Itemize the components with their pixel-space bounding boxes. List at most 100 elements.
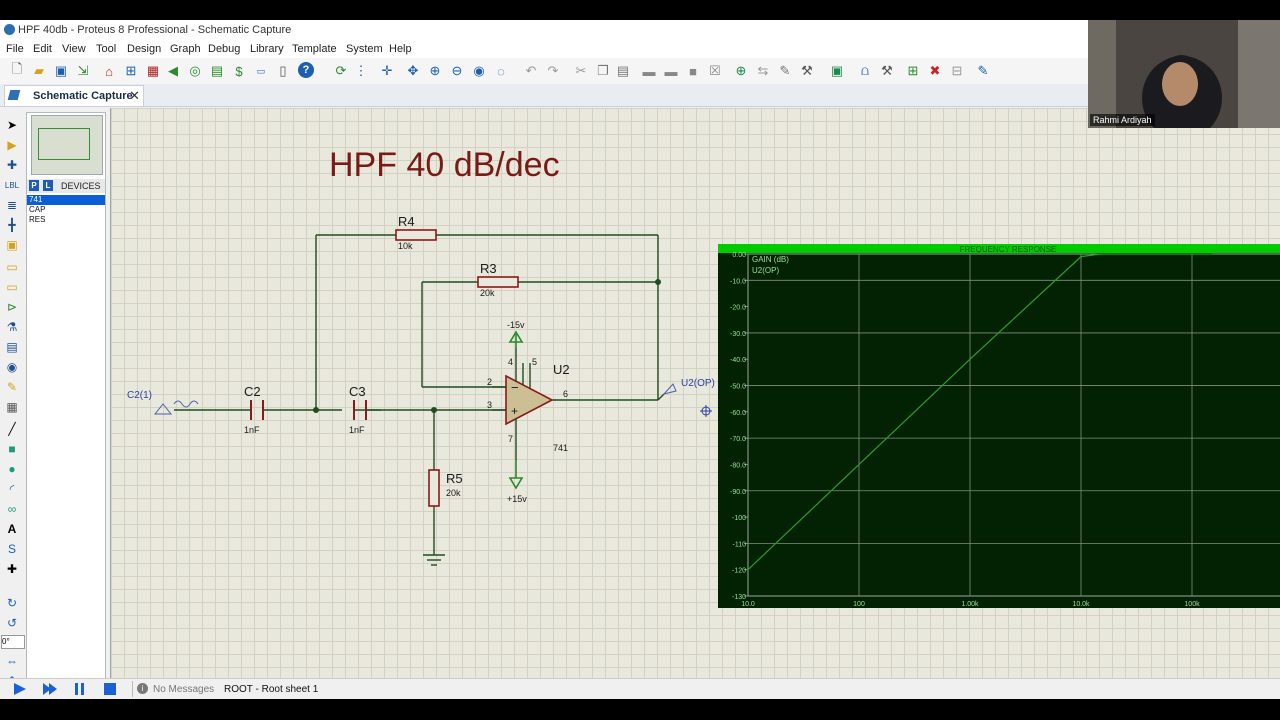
menu-system[interactable]: System <box>346 43 383 55</box>
stop-button[interactable] <box>102 682 118 696</box>
resistor-r5[interactable] <box>428 469 440 507</box>
opamp-u2[interactable]: − + <box>492 348 556 460</box>
decompose-icon[interactable]: ⚒ <box>798 62 816 80</box>
terminals-icon[interactable]: ▭ <box>4 260 20 274</box>
electrical-rule-check-icon[interactable]: ✎ <box>974 62 992 80</box>
source-code-icon[interactable]: ▭ <box>252 62 270 80</box>
rotate-ccw-icon[interactable]: ↺ <box>4 616 20 630</box>
gerber-icon[interactable]: ◎ <box>186 62 204 80</box>
make-device-icon[interactable]: ⇆ <box>754 62 772 80</box>
symbol-tool-icon[interactable]: S <box>4 542 20 556</box>
close-tab-icon[interactable]: ✕ <box>129 88 140 104</box>
paste-icon[interactable]: ▤ <box>614 62 632 80</box>
schematic-icon[interactable]: ⊞ <box>122 62 140 80</box>
resistor-r3[interactable] <box>477 276 519 288</box>
2d-graphics-icon[interactable]: ▦ <box>4 400 20 414</box>
tab-schematic-capture[interactable]: Schematic Capture ✕ <box>4 85 144 106</box>
marker-tool-icon[interactable]: ✚ <box>4 562 20 576</box>
pcb-layout-icon[interactable]: ▦ <box>144 62 162 80</box>
refresh-icon[interactable]: ⟳ <box>332 62 350 80</box>
source-terminal[interactable] <box>153 400 199 415</box>
menu-library[interactable]: Library <box>250 43 284 55</box>
virtual-instrument-icon[interactable]: ✎ <box>4 380 20 394</box>
rail-arrow-top[interactable] <box>508 330 524 348</box>
circle-tool-icon[interactable]: ● <box>4 462 20 476</box>
rotate-cw-icon[interactable]: ↻ <box>4 596 20 610</box>
help-icon[interactable]: ? <box>298 62 314 78</box>
selection-mode-icon[interactable]: ➤ <box>4 118 20 132</box>
device-item-res[interactable]: RES <box>27 215 105 225</box>
frequency-response-graph[interactable]: FREQUENCY RESPONSE 0.00 -10.0 -20.0 -30.0 -4… <box>718 244 1280 608</box>
line-tool-icon[interactable]: ╱ <box>4 422 20 436</box>
3d-viewer-icon[interactable]: ◀ <box>164 62 182 80</box>
menu-tool[interactable]: Tool <box>96 43 116 55</box>
messages-status[interactable]: No Messages <box>153 684 214 695</box>
bill-of-materials-icon[interactable]: $ <box>230 62 248 80</box>
remove-sheet-icon[interactable]: ✖ <box>926 62 944 80</box>
grid-toggle-icon[interactable]: ⋮ <box>352 62 370 80</box>
menu-edit[interactable]: Edit <box>33 43 52 55</box>
pick-device-button[interactable]: P <box>29 180 39 191</box>
buses-icon[interactable]: ╋ <box>4 218 20 232</box>
zoom-in-icon[interactable]: ⊕ <box>426 62 444 80</box>
output-probe[interactable] <box>662 383 677 395</box>
wire-autorouter-icon[interactable]: ▣ <box>828 62 846 80</box>
packaging-tool-icon[interactable]: ✎ <box>776 62 794 80</box>
step-button[interactable] <box>42 682 58 696</box>
menu-template[interactable]: Template <box>292 43 337 55</box>
exit-to-parent-icon[interactable]: ⊟ <box>948 62 966 80</box>
save-icon[interactable]: ▣ <box>52 62 70 80</box>
home-icon[interactable]: ⌂ <box>100 62 118 80</box>
redo-icon[interactable]: ↷ <box>544 62 562 80</box>
library-manager-button[interactable]: L <box>43 180 53 191</box>
undo-icon[interactable]: ↶ <box>522 62 540 80</box>
text-script-icon[interactable]: ≣ <box>4 198 20 212</box>
path-tool-icon[interactable]: ∞ <box>4 502 20 516</box>
pan-icon[interactable]: ✥ <box>404 62 422 80</box>
design-explorer-icon[interactable]: ▤ <box>208 62 226 80</box>
ground-symbol[interactable] <box>423 554 445 566</box>
resistor-r4[interactable] <box>395 229 437 241</box>
generator-mode-icon[interactable]: ▤ <box>4 340 20 354</box>
device-item-741[interactable]: 741 <box>27 195 105 205</box>
active-popup-icon[interactable]: ⚗ <box>4 320 20 334</box>
text-tool-icon[interactable]: A <box>4 522 20 536</box>
device-item-cap[interactable]: CAP <box>27 205 105 215</box>
zoom-all-icon[interactable]: ◉ <box>470 62 488 80</box>
origin-icon[interactable]: ✛ <box>378 62 396 80</box>
copy-icon[interactable]: ❐ <box>594 62 612 80</box>
component-mode-icon[interactable]: ▶ <box>4 138 20 152</box>
play-button[interactable] <box>12 682 28 696</box>
box-tool-icon[interactable]: ■ <box>4 442 20 456</box>
pick-parts-icon[interactable]: ⊕ <box>732 62 750 80</box>
menu-debug[interactable]: Debug <box>208 43 240 55</box>
junction-dot-icon[interactable]: ✚ <box>4 158 20 172</box>
menu-graph[interactable]: Graph <box>170 43 201 55</box>
new-file-icon[interactable]: 🗋 <box>8 61 26 80</box>
pause-button[interactable] <box>72 682 88 696</box>
zoom-area-icon[interactable]: ◌ <box>492 62 510 80</box>
rotation-angle-field[interactable]: 0° <box>1 635 25 649</box>
device-pins-icon[interactable]: ▭ <box>4 280 20 294</box>
block-copy-icon[interactable]: ▬ <box>640 62 658 80</box>
cut-icon[interactable]: ✂ <box>572 62 590 80</box>
capacitor-c2[interactable] <box>250 400 264 420</box>
schematic-canvas[interactable]: HPF 40 dB/dec C2(1) C2 1nF C3 1nF R4 10k… <box>110 108 1280 678</box>
block-move-icon[interactable]: ▬ <box>662 62 680 80</box>
import-icon[interactable]: ⇲ <box>74 62 92 80</box>
property-assignment-icon[interactable]: ⚒ <box>878 62 896 80</box>
menu-help[interactable]: Help <box>389 43 412 55</box>
menu-view[interactable]: View <box>62 43 86 55</box>
rail-arrow-bottom[interactable] <box>508 460 524 490</box>
overview-window[interactable] <box>31 115 103 175</box>
subcircuit-icon[interactable]: ▣ <box>4 238 20 252</box>
open-folder-icon[interactable]: ▰ <box>30 62 48 80</box>
zoom-out-icon[interactable]: ⊖ <box>448 62 466 80</box>
block-delete-icon[interactable]: ☒ <box>706 62 724 80</box>
notes-icon[interactable]: ▯ <box>274 62 292 80</box>
mirror-horizontal-icon[interactable]: ⇔ <box>4 654 20 668</box>
new-sheet-icon[interactable]: ⊞ <box>904 62 922 80</box>
graph-mode-icon[interactable]: ⊳ <box>4 300 20 314</box>
menu-design[interactable]: Design <box>127 43 161 55</box>
block-rotate-icon[interactable]: ■ <box>684 62 702 80</box>
